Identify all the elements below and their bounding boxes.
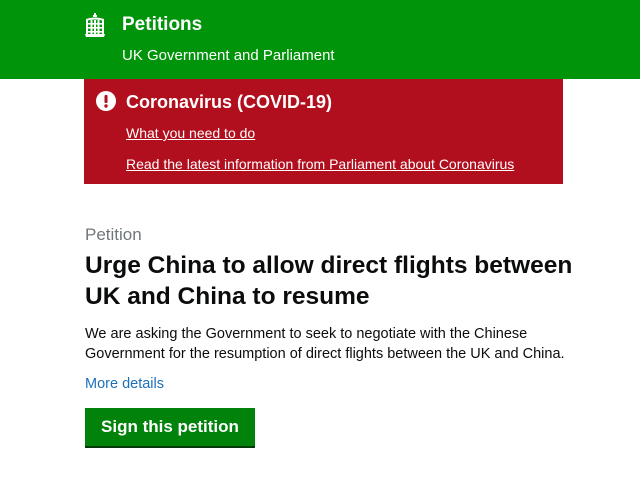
sign-petition-button[interactable]: Sign this petition bbox=[85, 408, 255, 446]
petition-description: We are asking the Government to seek to … bbox=[85, 326, 565, 362]
more-details-link[interactable]: More details bbox=[85, 375, 164, 393]
parliament-coronavirus-info-link[interactable]: Read the latest information from Parliam… bbox=[126, 155, 514, 173]
alert-title: Coronavirus (COVID-19) bbox=[126, 92, 333, 112]
page-title: Urge China to allow direct flights betwe… bbox=[85, 252, 573, 310]
page-caption: Petition bbox=[85, 225, 142, 244]
exclamation-circle-icon bbox=[96, 91, 116, 111]
portcullis-icon bbox=[85, 13, 105, 37]
site-header: Petitions UK Government and Parliament bbox=[0, 0, 640, 79]
covid-alert-banner: Coronavirus (COVID-19) What you need to … bbox=[84, 79, 563, 184]
site-subtitle: UK Government and Parliament bbox=[122, 47, 335, 64]
what-you-need-to-do-link[interactable]: What you need to do bbox=[126, 124, 255, 142]
site-title-link[interactable]: Petitions bbox=[122, 13, 202, 37]
